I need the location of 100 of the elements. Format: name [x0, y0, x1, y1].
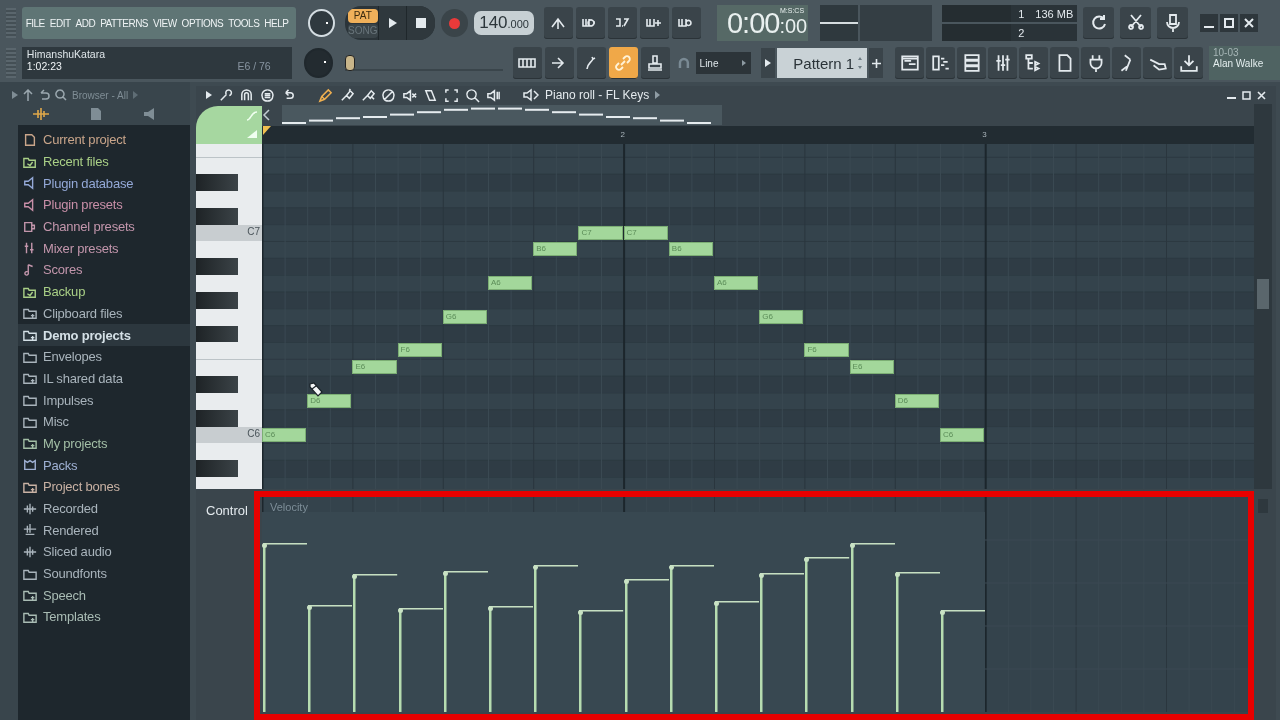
velocity-stem[interactable] [759, 573, 805, 712]
velocity-stem[interactable] [714, 601, 760, 712]
file-button[interactable] [1050, 47, 1079, 79]
metronome-button[interactable] [576, 7, 605, 39]
maximize-icon[interactable] [1242, 90, 1251, 100]
scissors-button[interactable] [1120, 7, 1152, 39]
arrow-up-icon[interactable] [23, 89, 33, 101]
menu-item[interactable]: FILE [25, 17, 45, 29]
velocity-stem[interactable] [397, 608, 443, 712]
add-pattern-button[interactable] [869, 48, 883, 78]
browser-item[interactable]: Project bones [18, 476, 190, 498]
browser-item[interactable]: IL shared data [18, 367, 190, 390]
velocity-stem[interactable] [623, 579, 669, 712]
hand-button[interactable] [1143, 47, 1172, 79]
browser-item[interactable]: Current project [18, 129, 190, 151]
sharp-key[interactable] [196, 325, 238, 343]
playlist-button[interactable] [895, 47, 924, 79]
zoom-icon[interactable] [465, 87, 480, 103]
snap-dropdown[interactable]: Line [695, 52, 751, 74]
keyboard-button[interactable] [512, 47, 542, 79]
browser-title[interactable]: Browser - All [72, 89, 129, 101]
browser-item[interactable]: Impulses [18, 389, 190, 411]
velocity-stem[interactable] [488, 606, 534, 712]
velocity-stem[interactable] [352, 574, 398, 712]
browser-item[interactable]: Sliced audio [18, 541, 190, 563]
speaker-icon[interactable] [523, 88, 539, 102]
play-button[interactable] [377, 6, 407, 40]
browser-item[interactable]: Channel presets [18, 215, 190, 238]
close-button[interactable] [1240, 14, 1258, 32]
master-pitch-slider[interactable] [345, 55, 503, 71]
browser-item[interactable]: Rendered [18, 519, 190, 542]
microphone-stand-button[interactable] [1112, 47, 1141, 79]
stop-button[interactable] [406, 6, 435, 40]
microphone-button[interactable] [1157, 7, 1188, 39]
paint-brush-icon[interactable] [360, 87, 375, 103]
slider-thumb[interactable] [345, 55, 356, 71]
velocity-stem[interactable] [262, 543, 308, 712]
velocity-stem[interactable] [940, 610, 986, 712]
browser-item[interactable]: Plugin database [18, 172, 190, 195]
channel-rack-button[interactable] [957, 47, 986, 79]
sharp-key[interactable] [196, 291, 238, 309]
sharp-key[interactable] [196, 460, 238, 478]
maximize-button[interactable] [1220, 14, 1238, 32]
link-button[interactable] [608, 47, 638, 79]
step-record-button[interactable] [640, 7, 669, 39]
mute-icon[interactable] [402, 87, 417, 103]
wrench-icon[interactable] [218, 87, 233, 103]
menu-item[interactable]: EDIT [49, 17, 71, 29]
velocity-stem[interactable] [804, 557, 850, 712]
browser-item[interactable]: Templates [18, 606, 190, 628]
download-button[interactable] [1174, 47, 1203, 79]
speaker-icon[interactable] [486, 87, 501, 103]
menu-icon[interactable] [260, 87, 275, 103]
pattern-selector[interactable]: Pattern 1 [776, 48, 868, 78]
piano-keyboard[interactable]: C7 C6 [196, 144, 262, 489]
browser-item[interactable]: Speech [18, 584, 190, 607]
close-icon[interactable] [1257, 90, 1266, 100]
expand-arrow-icon[interactable] [12, 91, 18, 99]
arrow-right-button[interactable] [544, 47, 574, 79]
magnet-icon[interactable] [239, 87, 254, 103]
slice-icon[interactable] [423, 87, 438, 103]
note-tool-tab[interactable] [196, 106, 262, 144]
menu-item[interactable]: VIEW [153, 17, 177, 29]
velocity-stem[interactable] [578, 610, 624, 712]
browser-item[interactable]: Plugin presets [18, 194, 190, 216]
velocity-stem[interactable] [894, 572, 940, 712]
spinner-icon[interactable] [857, 56, 864, 70]
grip-handle[interactable] [6, 48, 16, 78]
browser-item[interactable]: Soundfonts [18, 562, 190, 585]
velocity-stem[interactable] [849, 543, 895, 712]
select-icon[interactable] [444, 87, 459, 103]
grip-handle[interactable] [6, 8, 16, 38]
mixer-button[interactable] [988, 47, 1017, 79]
velocity-pane[interactable]: Velocity [254, 491, 1254, 720]
vertical-scrollbar[interactable] [1254, 104, 1272, 489]
menu-item[interactable]: OPTIONS [181, 17, 224, 29]
sharp-key[interactable] [196, 258, 238, 276]
loop-record-button[interactable] [672, 7, 701, 39]
browser-item[interactable]: Recent files [18, 150, 190, 173]
master-volume-knob[interactable] [307, 9, 335, 37]
velocity-stem[interactable] [668, 565, 714, 712]
browser-tree-button[interactable] [1019, 47, 1048, 79]
sharp-key[interactable] [196, 409, 238, 427]
file-icon[interactable] [90, 107, 102, 121]
scroll-left-icon[interactable] [262, 109, 272, 121]
menu-arrow-icon[interactable] [206, 91, 212, 99]
mode-toggle[interactable]: PAT [347, 8, 378, 23]
browser-item[interactable]: Scores [18, 259, 190, 281]
stamp-button[interactable] [640, 47, 670, 79]
velocity-stem[interactable] [307, 605, 353, 712]
delete-icon[interactable] [381, 87, 396, 103]
browser-item[interactable]: Misc [18, 410, 190, 433]
audio-wave-icon[interactable] [32, 107, 50, 121]
news-panel[interactable]: 10-03 Alan Walke [1209, 46, 1280, 80]
piano-roll-button[interactable] [926, 47, 955, 79]
pencil-icon[interactable] [318, 87, 333, 103]
piano-key[interactable] [196, 224, 262, 242]
expand-arrow-icon[interactable] [655, 91, 661, 99]
browser-item[interactable]: Clipboard files [18, 302, 190, 325]
browser-item[interactable]: My projects [18, 432, 190, 455]
